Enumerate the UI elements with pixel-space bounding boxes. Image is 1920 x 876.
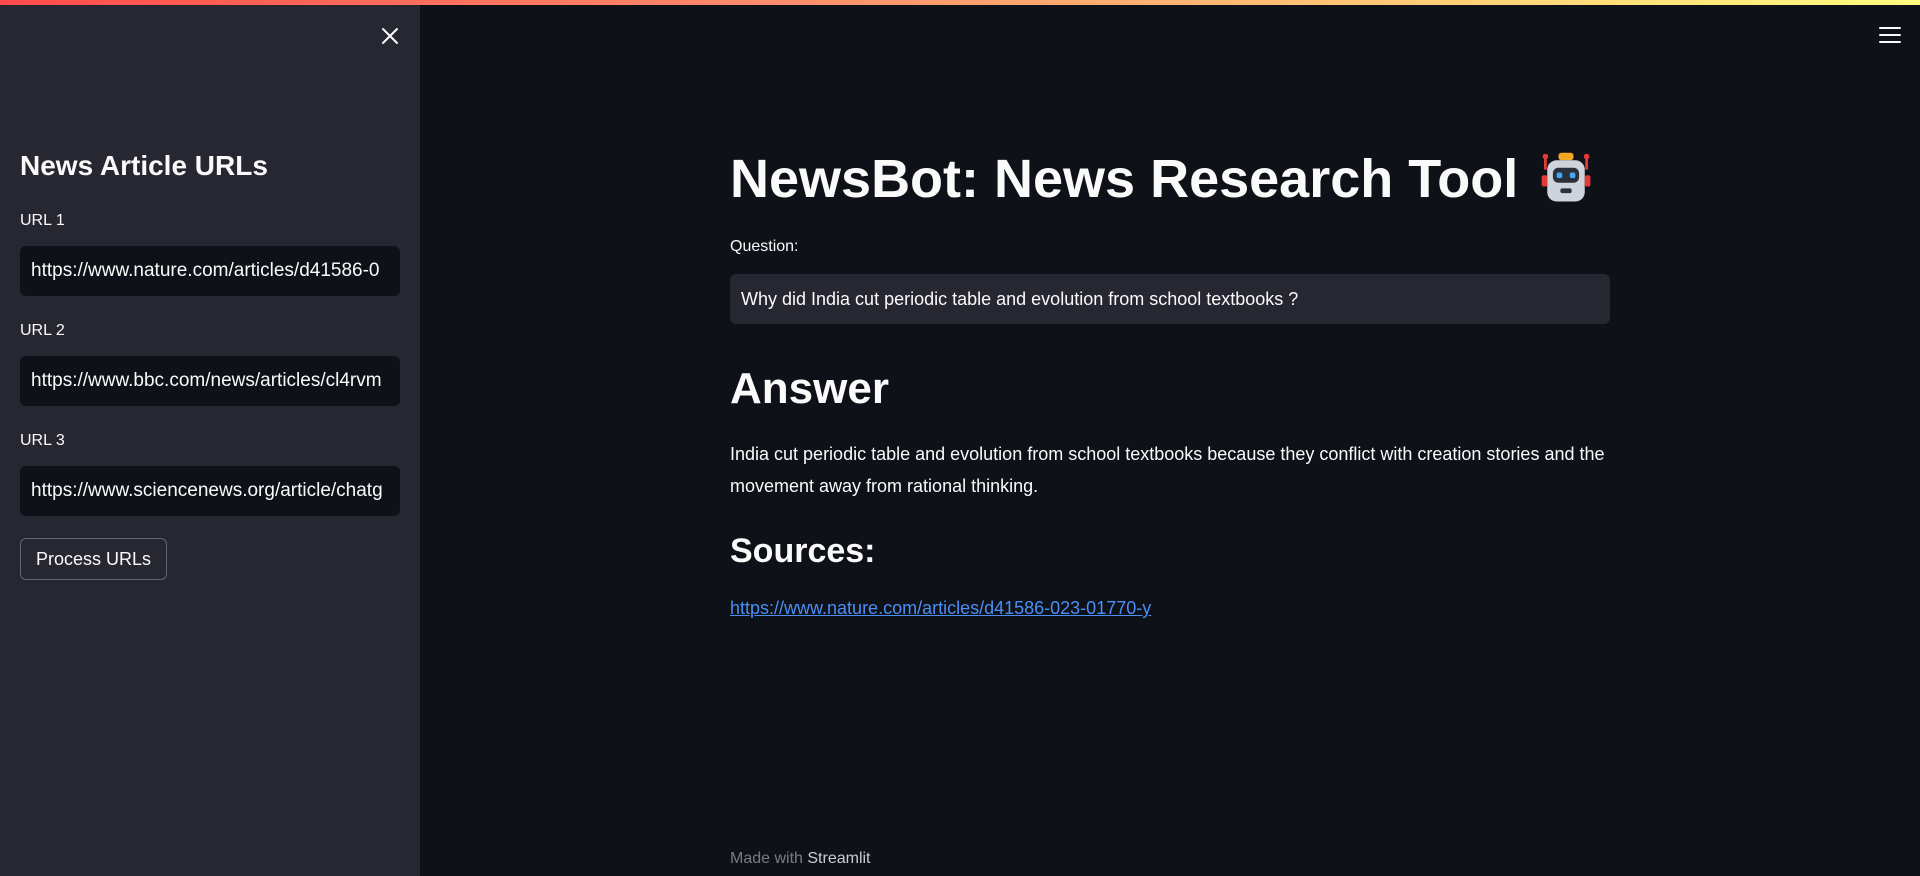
answer-heading: Answer [730, 364, 889, 413]
source-link[interactable]: https://www.nature.com/articles/d41586-0… [730, 598, 1151, 619]
page-title-text: NewsBot: News Research Tool [730, 149, 1519, 209]
question-input[interactable]: Why did India cut periodic table and evo… [730, 274, 1610, 324]
url-2-input[interactable]: https://www.bbc.com/news/articles/cl4rvm [20, 356, 400, 406]
question-label: Question: [730, 238, 799, 255]
url-2-label: URL 2 [20, 322, 65, 339]
footer: Made with Streamlit [730, 850, 871, 868]
robot-icon [1541, 152, 1591, 202]
close-icon [382, 28, 398, 44]
url-3-group: URL 3 https://www.sciencenews.org/articl… [20, 432, 400, 516]
url-3-label: URL 3 [20, 432, 65, 449]
url-1-group: URL 1 https://www.nature.com/articles/d4… [20, 212, 400, 296]
hamburger-menu-icon[interactable] [1876, 24, 1904, 46]
page-title: NewsBot: News Research Tool [730, 148, 1596, 210]
url-2-group: URL 2 https://www.bbc.com/news/articles/… [20, 322, 400, 406]
sidebar-title: News Article URLs [20, 150, 268, 181]
footer-prefix: Made with [730, 850, 803, 867]
answer-text: India cut periodic table and evolution f… [730, 444, 1605, 496]
url-1-label: URL 1 [20, 212, 65, 229]
close-sidebar-button[interactable] [376, 22, 404, 50]
footer-brand-link[interactable]: Streamlit [807, 850, 870, 867]
url-3-input[interactable]: https://www.sciencenews.org/article/chat… [20, 466, 400, 516]
process-urls-button[interactable]: Process URLs [20, 538, 168, 580]
top-decoration-bar [0, 0, 1920, 5]
sidebar: News Article URLs URL 1 https://www.natu… [0, 0, 420, 876]
url-1-input[interactable]: https://www.nature.com/articles/d41586-0 [20, 246, 400, 296]
sources-heading: Sources: [730, 532, 876, 570]
